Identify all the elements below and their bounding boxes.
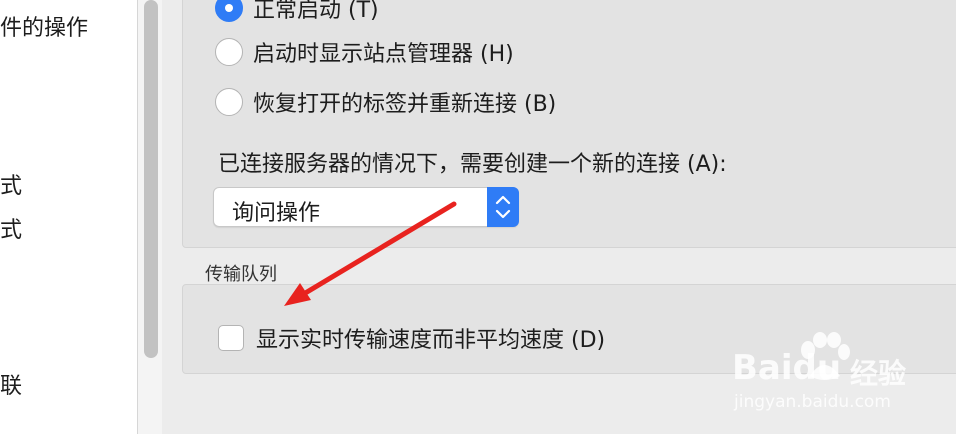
watermark-brand: Baidu bbox=[732, 348, 842, 388]
baidu-watermark: Baidu 经验 jingyan.baidu.com bbox=[732, 332, 922, 418]
watermark-brand-cn: 经验 bbox=[850, 357, 907, 390]
watermark-url: jingyan.baidu.com bbox=[734, 392, 891, 412]
